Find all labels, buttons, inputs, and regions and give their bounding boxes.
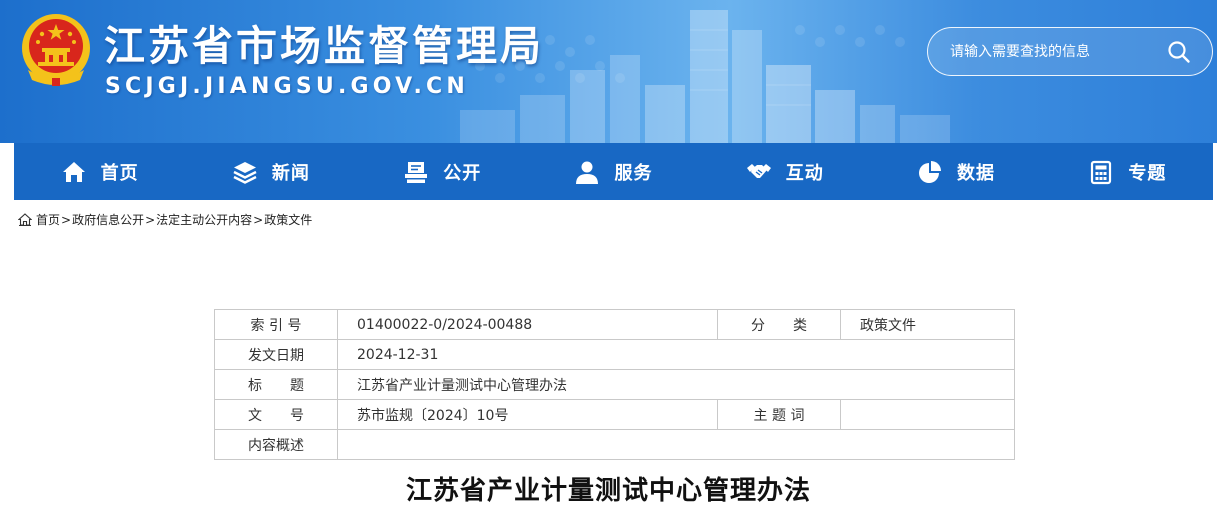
site-domain: SCJGJ.JIANGSU.GOV.CN — [105, 74, 469, 99]
nav-label: 互动 — [785, 162, 824, 184]
date-value: 2024-12-31 — [337, 339, 1015, 370]
home-icon — [18, 213, 32, 226]
docno-value: 苏市监规〔2024〕10号 — [337, 399, 718, 430]
search-box — [927, 27, 1213, 76]
nav-item-interact[interactable]: 互动 — [699, 143, 870, 200]
nav-item-data[interactable]: 数据 — [870, 143, 1041, 200]
national-emblem-logo — [22, 14, 90, 86]
table-row: 索 引 号 01400022-0/2024-00488 分 类 政策文件 — [214, 309, 1015, 340]
user-service-icon — [574, 159, 600, 185]
nav-label: 服务 — [614, 162, 653, 184]
nav-item-news[interactable]: 新闻 — [185, 143, 356, 200]
breadcrumb-policy-documents[interactable]: 政策文件 — [264, 211, 312, 228]
breadcrumb-separator: > — [253, 212, 264, 227]
table-row: 文 号 苏市监规〔2024〕10号 主 题 词 — [214, 399, 1015, 430]
breadcrumb-separator: > — [145, 212, 156, 227]
document-info-table: 索 引 号 01400022-0/2024-00488 分 类 政策文件 发文日… — [214, 309, 1015, 460]
category-value: 政策文件 — [840, 309, 1015, 340]
table-row: 标 题 江苏省产业计量测试中心管理办法 — [214, 369, 1015, 400]
site-banner: 江苏省市场监督管理局 SCJGJ.JIANGSU.GOV.CN — [0, 0, 1217, 143]
nav-label: 数据 — [957, 162, 996, 184]
breadcrumb-home[interactable]: 首页 — [36, 211, 60, 228]
nav-label: 新闻 — [271, 162, 310, 184]
nav-item-service[interactable]: 服务 — [528, 143, 699, 200]
nav-label: 公开 — [443, 162, 482, 184]
summary-label: 内容概述 — [214, 429, 338, 460]
main-navigation: 首页 新闻 公开 服务 互动 数据 专题 — [14, 143, 1213, 200]
index-label: 索 引 号 — [214, 309, 338, 340]
breadcrumb: 首页 > 政府信息公开 > 法定主动公开内容 > 政策文件 — [18, 211, 312, 228]
breadcrumb-statutory-disclosure[interactable]: 法定主动公开内容 — [156, 211, 252, 228]
home-icon — [61, 159, 87, 185]
nav-item-open[interactable]: 公开 — [357, 143, 528, 200]
subject-value — [840, 399, 1015, 430]
document-stack-icon — [403, 159, 429, 185]
handshake-icon — [746, 159, 772, 185]
nav-item-topics[interactable]: 专题 — [1042, 143, 1213, 200]
pie-chart-icon — [917, 159, 943, 185]
document-title: 江苏省产业计量测试中心管理办法 — [405, 476, 811, 506]
layers-icon — [232, 159, 258, 185]
search-input[interactable] — [950, 40, 1160, 64]
search-icon[interactable] — [1166, 39, 1192, 65]
breadcrumb-gov-info[interactable]: 政府信息公开 — [72, 211, 144, 228]
nav-label: 专题 — [1128, 162, 1167, 184]
subject-label: 主 题 词 — [717, 399, 841, 430]
breadcrumb-separator: > — [61, 212, 72, 227]
table-row: 发文日期 2024-12-31 — [214, 339, 1015, 370]
calculator-icon — [1088, 159, 1114, 185]
docno-label: 文 号 — [214, 399, 338, 430]
index-value: 01400022-0/2024-00488 — [337, 309, 718, 340]
date-label: 发文日期 — [214, 339, 338, 370]
title-value: 江苏省产业计量测试中心管理办法 — [337, 369, 1015, 400]
site-title: 江苏省市场监督管理局 — [104, 22, 544, 70]
title-label: 标 题 — [214, 369, 338, 400]
nav-item-home[interactable]: 首页 — [14, 143, 185, 200]
category-label: 分 类 — [717, 309, 841, 340]
summary-value — [337, 429, 1015, 460]
table-row: 内容概述 — [214, 429, 1015, 460]
nav-label: 首页 — [100, 162, 139, 184]
